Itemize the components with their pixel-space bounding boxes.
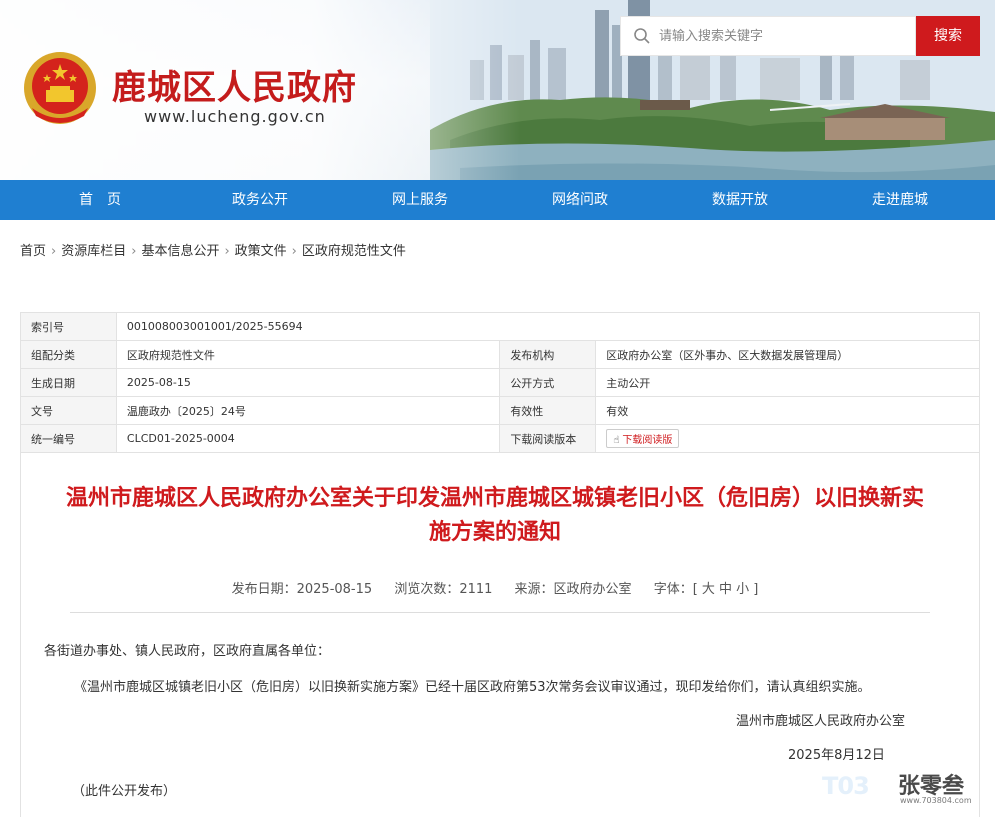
breadcrumb: 首页 › 资源库栏目 › 基本信息公开 › 政策文件 › 区政府规范性文件	[20, 240, 406, 259]
nav-item-about-lucheng[interactable]: 走进鹿城	[840, 180, 960, 220]
search-icon	[634, 28, 650, 44]
category-value: 区政府规范性文件	[115, 340, 501, 369]
nav-item-online-services[interactable]: 网上服务	[360, 180, 480, 220]
index-label: 索引号	[20, 312, 117, 341]
search-button[interactable]: 搜索	[916, 16, 980, 56]
breadcrumb-normative-documents[interactable]: 区政府规范性文件	[302, 244, 406, 259]
download-version-label: 下载阅读版本	[499, 424, 597, 453]
validity-label: 有效性	[499, 396, 597, 425]
breadcrumb-policy-documents[interactable]: 政策文件	[235, 244, 287, 259]
table-row: 文号 温鹿政办〔2025〕24号 有效性 有效	[20, 396, 980, 425]
breadcrumb-separator: ›	[131, 244, 137, 259]
document-number-label: 文号	[20, 396, 117, 425]
article-source: 来源：区政府办公室	[514, 582, 632, 597]
salutation: 各街道办事处、镇人民政府，区政府直属各单位：	[44, 644, 331, 659]
breadcrumb-separator: ›	[291, 244, 297, 259]
watermark-url: www.703804.com	[900, 796, 972, 805]
main-nav: 首 页 政务公开 网上服务 网络问政 数据开放 走进鹿城	[0, 180, 995, 220]
table-row: 索引号 001008003001001/2025-55694	[20, 312, 981, 341]
watermark-logo: T03 张零叁 www.703804.com	[822, 768, 982, 808]
disclosure-method-label: 公开方式	[499, 368, 597, 397]
validity-value: 有效	[595, 396, 980, 425]
article-title: 温州市鹿城区人民政府办公室关于印发温州市鹿城区城镇老旧小区（危旧房）以旧换新实施…	[65, 486, 924, 545]
signature-issuer: 温州市鹿城区人民政府办公室	[736, 714, 906, 729]
search-input[interactable]	[659, 17, 909, 55]
publisher-value: 区政府办公室（区外事办、区大数据发展管理局）	[595, 340, 980, 369]
breadcrumb-home[interactable]: 首页	[20, 244, 46, 259]
publication-note: （此件公开发布）	[72, 784, 177, 799]
disclosure-method-value: 主动公开	[595, 368, 980, 397]
breadcrumb-separator: ›	[224, 244, 230, 259]
download-version-cell: ☝ 下载阅读版	[595, 424, 980, 453]
nav-item-home[interactable]: 首 页	[40, 180, 160, 220]
download-button-label: 下载阅读版	[622, 435, 673, 446]
created-date-label: 生成日期	[20, 368, 117, 397]
publisher-label: 发布机构	[499, 340, 597, 369]
index-value: 001008003001001/2025-55694	[115, 312, 981, 341]
table-row: 统一编号 CLCD01-2025-0004 下载阅读版本 ☝ 下载阅读版	[20, 424, 980, 453]
hand-pointer-icon: ☝	[613, 435, 620, 446]
signature-date: 2025年8月12日	[788, 748, 885, 763]
table-row: 生成日期 2025-08-15 公开方式 主动公开	[20, 368, 980, 397]
publish-date: 发布日期：2025-08-15	[231, 582, 373, 597]
nav-item-online-inquiry[interactable]: 网络问政	[520, 180, 640, 220]
breadcrumb-basic-info[interactable]: 基本信息公开	[141, 244, 219, 259]
font-size-switcher[interactable]: 字体：[ 大 中 小 ]	[654, 582, 759, 597]
watermark-logo-mark: T03	[822, 772, 870, 800]
document-info-table: 索引号 001008003001001/2025-55694 组配分类 区政府规…	[20, 312, 981, 453]
serial-number-value: CLCD01-2025-0004	[115, 424, 501, 453]
national-emblem-icon	[24, 52, 96, 124]
breadcrumb-resource-library[interactable]: 资源库栏目	[61, 244, 126, 259]
download-reading-version-button[interactable]: ☝ 下载阅读版	[606, 429, 680, 448]
article-body-paragraph: 《温州市鹿城区城镇老旧小区（危旧房）以旧换新实施方案》已经十届区政府第53次常务…	[74, 680, 871, 695]
serial-number-label: 统一编号	[20, 424, 117, 453]
divider	[70, 612, 930, 613]
created-date-value: 2025-08-15	[115, 368, 501, 397]
category-label: 组配分类	[20, 340, 117, 369]
nav-item-government-affairs[interactable]: 政务公开	[200, 180, 320, 220]
document-number-value: 温鹿政办〔2025〕24号	[115, 396, 501, 425]
article-meta: 发布日期：2025-08-15 浏览次数：2111 来源：区政府办公室 字体：[…	[60, 578, 930, 597]
table-row: 组配分类 区政府规范性文件 发布机构 区政府办公室（区外事办、区大数据发展管理局…	[20, 340, 980, 369]
site-name: 鹿城区人民政府	[112, 68, 357, 108]
search-box	[620, 16, 916, 56]
nav-item-open-data[interactable]: 数据开放	[680, 180, 800, 220]
view-count: 浏览次数：2111	[394, 582, 493, 597]
site-url: www.lucheng.gov.cn	[144, 107, 326, 126]
breadcrumb-separator: ›	[51, 244, 57, 259]
